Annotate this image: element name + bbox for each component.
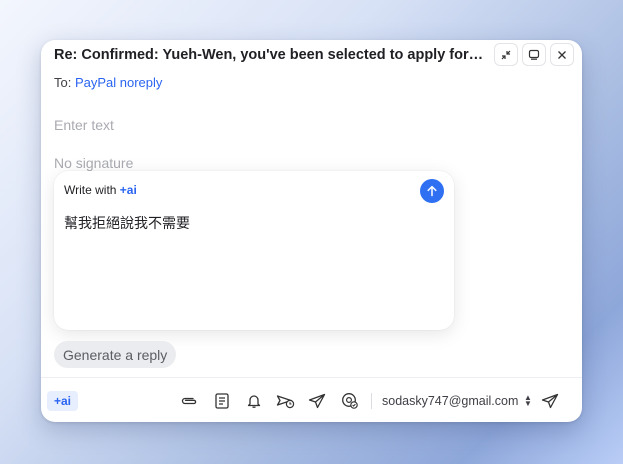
- generate-reply-button[interactable]: Generate a reply: [54, 341, 177, 368]
- ai-title-prefix: Write with: [64, 183, 120, 197]
- tracking-icon: [341, 392, 359, 410]
- collapse-button[interactable]: [494, 43, 518, 66]
- recipient-chip[interactable]: PayPal noreply: [75, 75, 162, 90]
- schedule-send-icon: [276, 393, 296, 409]
- ai-brand: +ai: [119, 183, 137, 197]
- email-subject: Re: Confirmed: Yueh-Wen, you've been sel…: [54, 47, 484, 63]
- reminder-button[interactable]: [244, 391, 264, 411]
- close-button[interactable]: [550, 43, 574, 66]
- to-line: To: PayPal noreply: [54, 75, 162, 90]
- ai-panel-title: Write with +ai: [64, 183, 137, 197]
- tracking-button[interactable]: [340, 391, 360, 411]
- template-icon: [215, 393, 229, 409]
- signature-selector[interactable]: No signature: [54, 155, 133, 171]
- template-button[interactable]: [212, 391, 232, 411]
- collapse-icon: [501, 50, 511, 60]
- to-label: To:: [54, 75, 72, 90]
- toolbar-separator: [371, 393, 372, 409]
- toolbar-divider: [41, 377, 582, 378]
- window-controls: [494, 43, 574, 66]
- send-icon: [541, 393, 559, 409]
- schedule-send-button[interactable]: [276, 391, 296, 411]
- body-editor[interactable]: Enter text: [54, 117, 114, 133]
- ai-prompt-input[interactable]: 幫我拒絕說我不需要: [64, 213, 190, 233]
- ai-write-panel: Write with +ai 幫我拒絕說我不需要: [54, 171, 454, 330]
- chevron-updown-icon: ▲ ▼: [524, 393, 532, 408]
- send-button[interactable]: [540, 391, 560, 411]
- sender-selector[interactable]: sodasky747@gmail.com: [382, 394, 518, 408]
- send-later-icon: [308, 393, 326, 409]
- close-icon: [557, 50, 567, 60]
- send-later-button[interactable]: [307, 391, 327, 411]
- ai-toggle-button[interactable]: +ai: [47, 391, 78, 411]
- ai-submit-button[interactable]: [420, 179, 444, 203]
- expand-button[interactable]: [522, 43, 546, 66]
- attach-button[interactable]: [179, 391, 199, 411]
- paperclip-icon: [180, 395, 198, 407]
- arrow-up-icon: [426, 185, 438, 197]
- expand-icon: [528, 49, 540, 60]
- bell-icon: [247, 393, 261, 409]
- compose-window: Re: Confirmed: Yueh-Wen, you've been sel…: [41, 40, 582, 422]
